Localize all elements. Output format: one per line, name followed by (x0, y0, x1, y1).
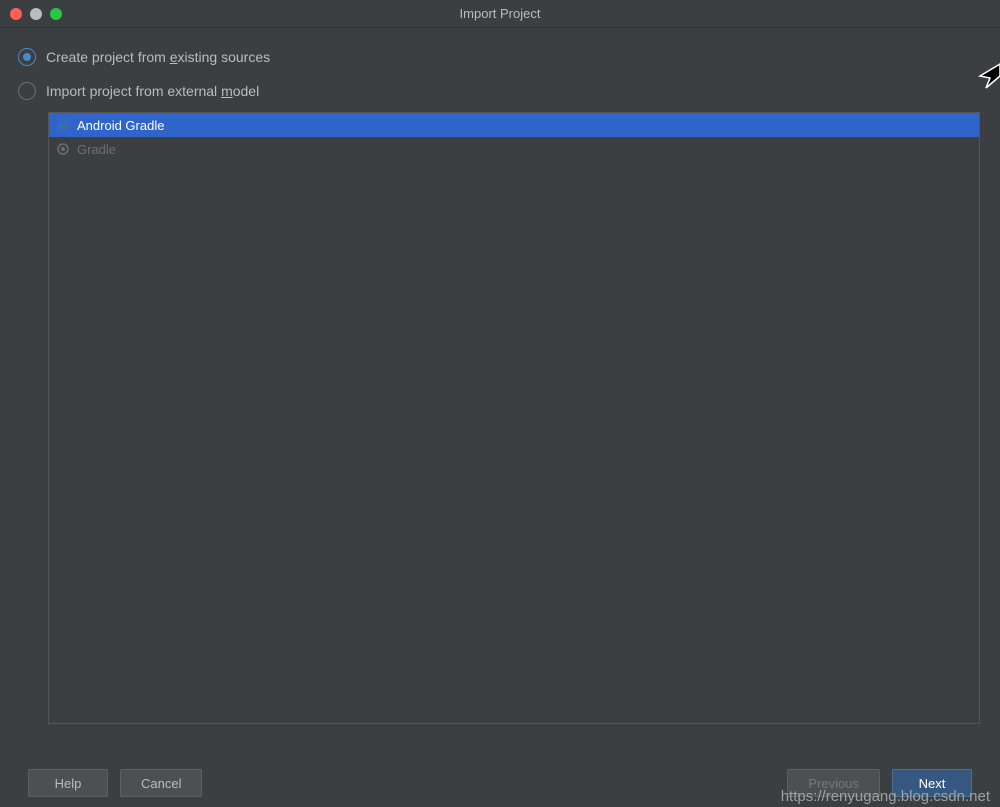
window-title: Import Project (460, 6, 541, 21)
list-item-gradle[interactable]: Gradle (49, 137, 979, 161)
minimize-window-button[interactable] (30, 8, 42, 20)
maximize-window-button[interactable] (50, 8, 62, 20)
traffic-lights (10, 8, 62, 20)
radio-external-label: Import project from external model (46, 83, 259, 99)
gradle-icon (55, 141, 71, 157)
radio-existing-label: Create project from existing sources (46, 49, 270, 65)
radio-external-model[interactable]: Import project from external model (18, 82, 982, 100)
external-model-list[interactable]: Android Gradle Gradle (48, 112, 980, 724)
list-item-label: Gradle (77, 142, 116, 157)
next-button[interactable]: Next (892, 769, 972, 797)
previous-button: Previous (787, 769, 880, 797)
radio-button-selected-icon (18, 48, 36, 66)
close-window-button[interactable] (10, 8, 22, 20)
button-bar: Help Cancel Previous Next (0, 769, 1000, 797)
dialog-content: Create project from existing sources Imp… (0, 28, 1000, 734)
help-button[interactable]: Help (28, 769, 108, 797)
cancel-button[interactable]: Cancel (120, 769, 202, 797)
list-item-android-gradle[interactable]: Android Gradle (49, 113, 979, 137)
android-icon (55, 117, 71, 133)
radio-button-unselected-icon (18, 82, 36, 100)
radio-existing-sources[interactable]: Create project from existing sources (18, 48, 982, 66)
list-item-label: Android Gradle (77, 118, 164, 133)
titlebar: Import Project (0, 0, 1000, 28)
